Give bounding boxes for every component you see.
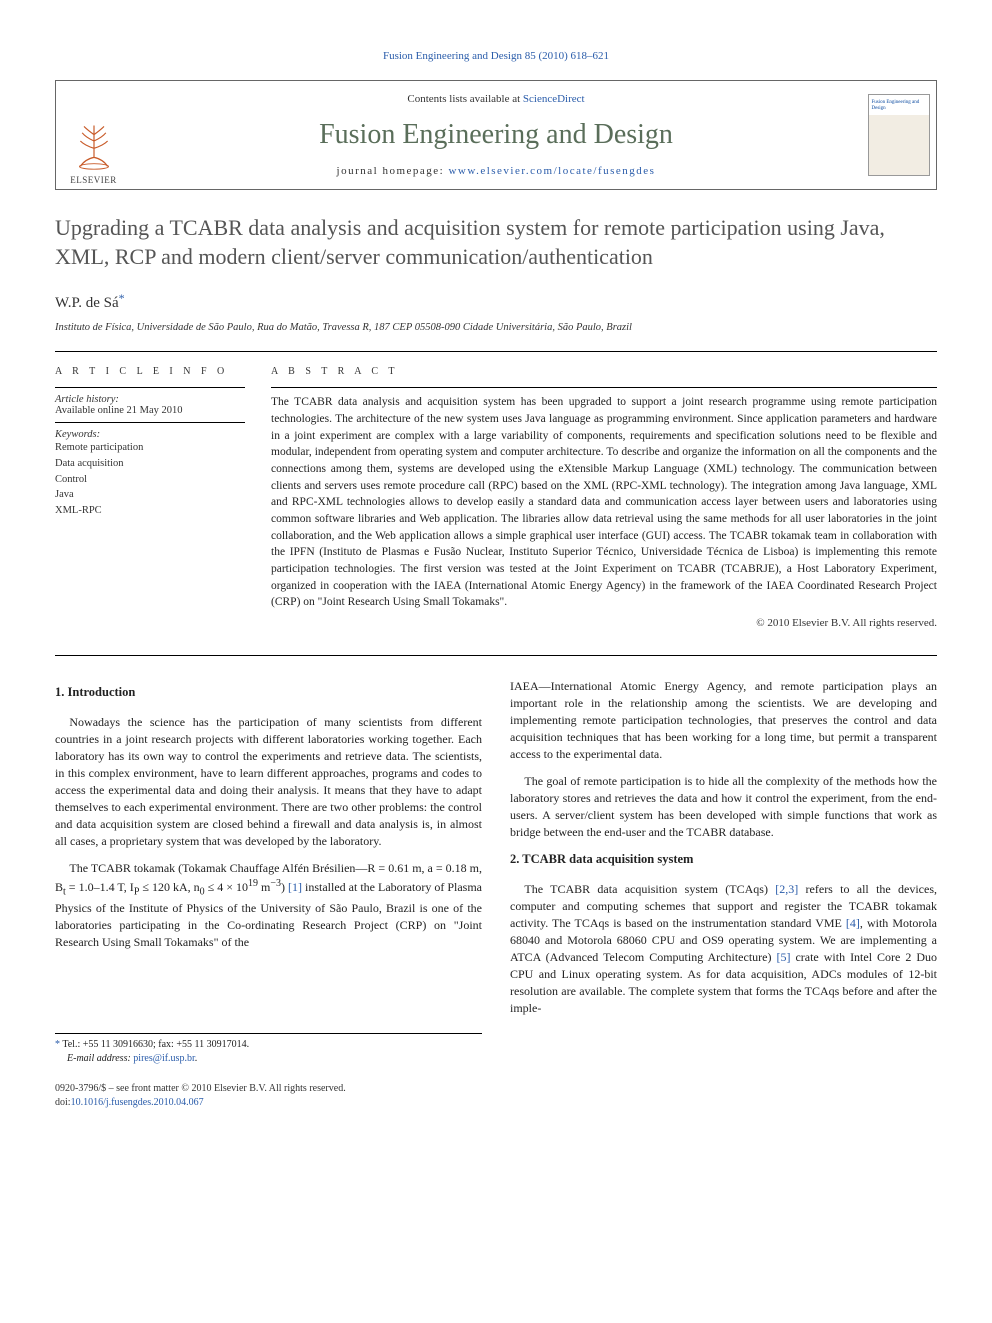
ref-4-link[interactable]: [4]: [846, 916, 860, 930]
elsevier-tree-icon: [66, 118, 121, 173]
abstract-text: The TCABR data analysis and acquisition …: [271, 394, 937, 611]
running-header: Fusion Engineering and Design 85 (2010) …: [55, 50, 937, 62]
footer-copyright: 0920-3796/$ – see front matter © 2010 El…: [55, 1082, 937, 1096]
footnote-tel: Tel.: +55 11 30916630; fax: +55 11 30917…: [62, 1039, 249, 1050]
elsevier-logo: ELSEVIER: [56, 81, 131, 189]
body-text: 1. Introduction Nowadays the science has…: [55, 678, 937, 1066]
ref-5-link[interactable]: [5]: [776, 950, 790, 964]
page-footer: 0920-3796/$ – see front matter © 2010 El…: [55, 1082, 937, 1110]
sciencedirect-link[interactable]: ScienceDirect: [523, 93, 585, 105]
keyword: Java: [55, 487, 245, 503]
ref-23-link[interactable]: [2,3]: [775, 882, 798, 896]
keyword: Control: [55, 472, 245, 488]
footnote-email-link[interactable]: pires@if.usp.br: [133, 1053, 194, 1064]
doi-link[interactable]: 10.1016/j.fusengdes.2010.04.067: [71, 1097, 204, 1108]
contents-available-line: Contents lists available at ScienceDirec…: [141, 93, 851, 105]
intro-para-3: The goal of remote participation is to h…: [510, 773, 937, 841]
journal-homepage-link[interactable]: www.elsevier.com/locate/fusengdes: [448, 165, 655, 177]
author-affiliation: Instituto de Física, Universidade de São…: [55, 322, 937, 333]
citation-text: Fusion Engineering and Design 85 (2010) …: [383, 50, 609, 62]
journal-homepage-line: journal homepage: www.elsevier.com/locat…: [141, 165, 851, 177]
section-2-para-1: The TCABR data acquisition system (TCAqs…: [510, 881, 937, 1017]
info-rule-2: [55, 422, 245, 423]
journal-center-block: Contents lists available at ScienceDirec…: [131, 81, 861, 189]
info-rule-1: [55, 387, 245, 388]
footnotes-block: * Tel.: +55 11 30916630; fax: +55 11 309…: [55, 1033, 482, 1066]
journal-masthead: ELSEVIER Contents lists available at Sci…: [55, 80, 937, 190]
author-footnote-mark: *: [119, 291, 125, 305]
author-name: W.P. de Sá: [55, 295, 119, 311]
author-block: W.P. de Sá*: [55, 291, 937, 312]
abstract-column: A B S T R A C T The TCABR data analysis …: [271, 366, 937, 629]
section-2-heading: 2. TCABR data acquisition system: [510, 851, 937, 869]
intro-para-1: Nowadays the science has the participati…: [55, 714, 482, 850]
article-title: Upgrading a TCABR data analysis and acqu…: [55, 214, 937, 271]
elsevier-wordmark: ELSEVIER: [70, 175, 117, 185]
abstract-rule: [271, 387, 937, 388]
article-history-date: Available online 21 May 2010: [55, 405, 183, 416]
journal-title: Fusion Engineering and Design: [141, 119, 851, 151]
ref-1-link[interactable]: [1]: [288, 880, 302, 894]
keyword: Data acquisition: [55, 456, 245, 472]
cover-image: Fusion Engineering and Design: [868, 94, 930, 176]
footnote-star-icon: *: [55, 1039, 60, 1050]
abstract-copyright: © 2010 Elsevier B.V. All rights reserved…: [271, 617, 937, 629]
article-info-column: A R T I C L E I N F O Article history: A…: [55, 366, 245, 629]
section-1-heading: 1. Introduction: [55, 684, 482, 702]
abstract-heading: A B S T R A C T: [271, 366, 937, 377]
keywords-label: Keywords:: [55, 429, 245, 440]
keyword: Remote participation: [55, 440, 245, 456]
keyword: XML-RPC: [55, 503, 245, 519]
article-info-heading: A R T I C L E I N F O: [55, 366, 245, 377]
footnote-email-label: E-mail address:: [67, 1053, 133, 1064]
intro-para-2-continued: IAEA—International Atomic Energy Agency,…: [510, 678, 937, 763]
intro-para-2: The TCABR tokamak (Tokamak Chauffage Alf…: [55, 860, 482, 951]
journal-cover-thumb: Fusion Engineering and Design: [861, 81, 936, 189]
doi-prefix: doi:: [55, 1097, 71, 1108]
article-history-label: Article history:: [55, 394, 119, 405]
